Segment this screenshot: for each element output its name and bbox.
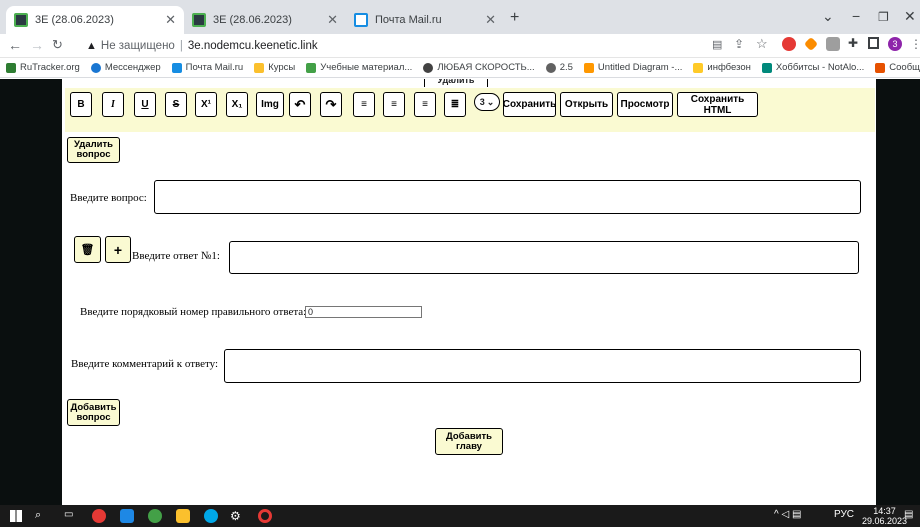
add-question-button[interactable]: Добавить вопрос <box>67 399 120 426</box>
settings-gear-icon[interactable]: ⚙ <box>230 509 241 523</box>
bookmark-item[interactable]: Мессенджер <box>90 62 161 73</box>
bookmarks-bar: RuTracker.org Мессенджер Почта Mail.ru К… <box>0 58 920 78</box>
address-bar[interactable]: ▲ Не защищено | 3e.nodemcu.keenetic.link <box>86 37 696 55</box>
preview-button[interactable]: Просмотр <box>617 92 673 117</box>
close-icon[interactable]: ✕ <box>165 12 176 28</box>
undo-icon[interactable]: ↶ <box>289 92 311 117</box>
tab-search-icon[interactable]: ⌄ <box>822 8 834 25</box>
superscript-button[interactable]: X¹ <box>195 92 217 117</box>
close-icon[interactable]: ✕ <box>327 12 338 28</box>
language-indicator[interactable]: РУС <box>834 509 854 520</box>
clock-date: 29.06.2023 <box>862 516 908 526</box>
align-center-icon[interactable]: ≡ <box>383 92 405 117</box>
new-tab-button[interactable]: + <box>510 9 519 27</box>
subscript-button[interactable]: X₁ <box>226 92 248 117</box>
align-right-icon[interactable]: ≡ <box>414 92 436 117</box>
delete-question-button[interactable]: Удалить вопрос <box>67 137 120 163</box>
tab-title: Почта Mail.ru <box>375 14 442 26</box>
strikethrough-button[interactable]: S <box>165 92 187 117</box>
question-input[interactable] <box>154 180 861 214</box>
comment-label: Введите комментарий к ответу: <box>71 358 219 370</box>
profile-avatar[interactable]: 3 <box>888 37 902 51</box>
tab-2[interactable]: 3E (28.06.2023) ✕ <box>184 6 346 34</box>
clock[interactable]: 14:37 29.06.2023 <box>862 506 907 526</box>
correct-answer-input[interactable]: 0 <box>305 306 422 318</box>
forward-icon[interactable]: → <box>30 37 44 53</box>
redo-icon[interactable]: ↷ <box>320 92 342 117</box>
windows-start-icon[interactable] <box>10 510 22 522</box>
tray-icons[interactable]: ^ ◁ ▤ <box>774 509 801 520</box>
add-answer-button[interactable]: + <box>105 236 131 263</box>
comment-input[interactable] <box>224 349 861 383</box>
extension-icon[interactable] <box>826 37 840 51</box>
insert-image-button[interactable]: Img <box>256 92 284 117</box>
tab-1[interactable]: 3E (28.06.2023) ✕ <box>6 6 184 34</box>
minimize-button[interactable]: − <box>852 8 860 24</box>
bookmark-item[interactable]: Хоббитсы - NotAlo... <box>761 62 864 73</box>
bookmark-item[interactable]: Untitled Diagram -... <box>583 62 682 73</box>
close-window-button[interactable]: ✕ <box>904 8 916 25</box>
question-label: Введите вопрос: <box>70 192 147 204</box>
tab-title: 3E (28.06.2023) <box>213 14 292 26</box>
warning-icon: ▲ <box>86 40 97 52</box>
app-favicon-icon <box>14 13 28 27</box>
mail-favicon-icon <box>354 13 368 27</box>
add-chapter-button[interactable]: Добавить главу <box>435 428 503 455</box>
back-icon[interactable]: ← <box>8 37 22 53</box>
restore-button[interactable]: ❐ <box>878 10 889 24</box>
app-favicon-icon <box>192 13 206 27</box>
bookmark-item[interactable]: Учебные материал... <box>306 62 412 73</box>
bookmark-item[interactable]: инфбезон <box>693 62 751 73</box>
share-icon[interactable]: ⇪ <box>734 37 744 51</box>
bookmark-item[interactable]: RuTracker.org <box>6 62 80 73</box>
notifications-icon[interactable]: ▤ <box>904 509 913 520</box>
search-icon[interactable]: ⌕ <box>35 509 41 522</box>
trash-icon[interactable]: 🗑 <box>74 236 101 263</box>
adblock-icon[interactable] <box>782 37 796 51</box>
left-band <box>0 79 62 505</box>
tab-title: 3E (28.06.2023) <box>35 14 114 26</box>
bookmark-item[interactable]: Почта Mail.ru <box>171 62 243 73</box>
correct-answer-label: Введите порядковый номер правильного отв… <box>80 306 307 318</box>
url-text: 3e.nodemcu.keenetic.link <box>187 40 318 52</box>
page-content: Удалить B I U S X¹ X₁ Img ↶ ↷ ≡ ≡ ≡ ≣ 3 ⌄… <box>0 79 920 505</box>
app-icon[interactable] <box>120 509 134 523</box>
app-icon[interactable] <box>148 509 162 523</box>
translate-icon[interactable]: ▤ <box>712 38 722 51</box>
save-button[interactable]: Сохранить <box>503 92 556 117</box>
opera-icon[interactable] <box>258 509 272 523</box>
security-status: Не защищено <box>100 40 175 52</box>
open-button[interactable]: Открыть <box>560 92 613 117</box>
menu-icon[interactable]: ⋮ <box>910 37 920 51</box>
tab-3[interactable]: Почта Mail.ru ✕ <box>346 6 504 34</box>
underline-button[interactable]: U <box>134 92 156 117</box>
bookmark-star-icon[interactable]: ☆ <box>756 36 768 52</box>
separator: | <box>179 40 183 52</box>
close-icon[interactable]: ✕ <box>485 12 496 28</box>
file-explorer-icon[interactable] <box>176 509 190 523</box>
save-html-button[interactable]: Сохранить HTML <box>677 92 758 117</box>
bookmark-item[interactable]: ЛЮБАЯ СКОРОСТЬ... <box>423 62 535 73</box>
font-size-select[interactable]: 3 ⌄ <box>474 93 500 111</box>
clock-time: 14:37 <box>873 506 896 516</box>
bookmark-item[interactable]: Сообщения <box>875 62 920 73</box>
justify-icon[interactable]: ≣ <box>444 92 466 117</box>
chrome-icon[interactable] <box>92 509 106 523</box>
sidebar-icon[interactable] <box>868 37 879 49</box>
extensions-puzzle-icon[interactable]: ✚ <box>848 36 858 50</box>
right-band <box>876 79 920 505</box>
skype-icon[interactable] <box>204 509 218 523</box>
bookmark-item[interactable]: 2.5 <box>545 62 573 73</box>
answer-label: Введите ответ №1: <box>132 250 220 262</box>
clipped-delete-button[interactable]: Удалить <box>424 79 488 87</box>
chevron-down-icon: ⌄ <box>486 96 495 107</box>
bold-button[interactable]: B <box>70 92 92 117</box>
italic-button[interactable]: I <box>102 92 124 117</box>
bookmark-item[interactable]: Курсы <box>254 62 295 73</box>
reload-icon[interactable]: ↻ <box>52 37 63 53</box>
align-left-icon[interactable]: ≡ <box>353 92 375 117</box>
task-view-icon[interactable]: ▭ <box>64 509 73 520</box>
answer-input[interactable] <box>229 241 859 274</box>
